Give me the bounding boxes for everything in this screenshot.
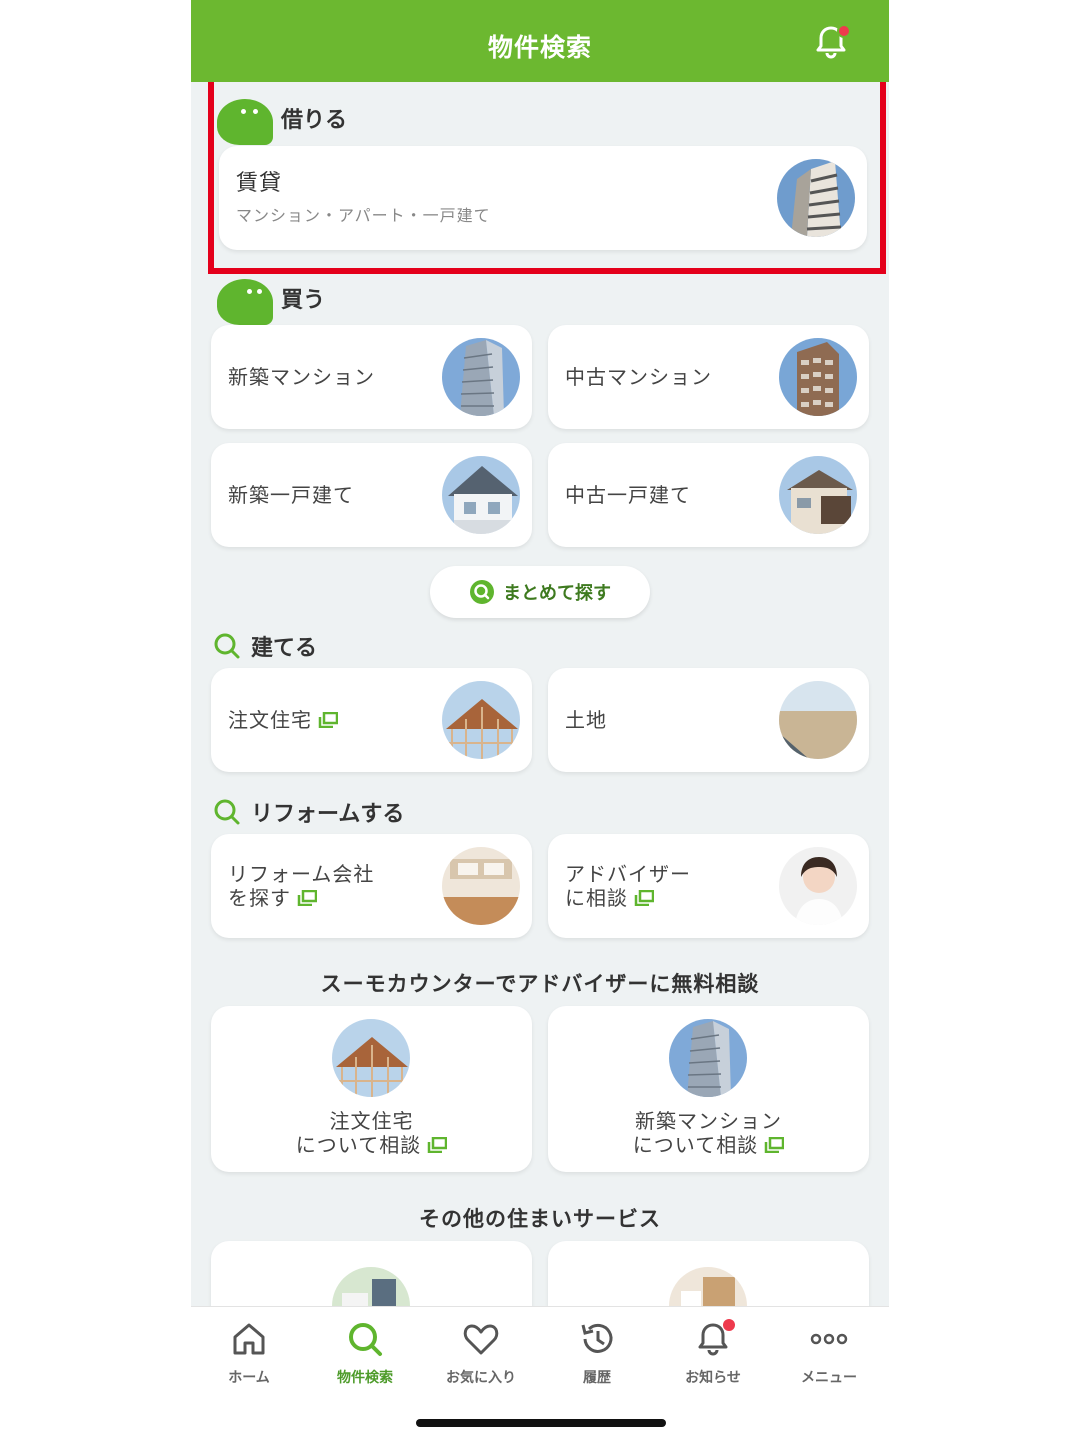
external-link-icon: [764, 1137, 785, 1153]
used-condo-thumbnail: [779, 338, 857, 416]
card-label: 中古一戸建て: [565, 483, 691, 507]
used-condo-card[interactable]: 中古マンション: [548, 325, 869, 429]
nav-label: メニュー: [801, 1370, 857, 1386]
new-condo-consult-card[interactable]: 新築マンション について相談: [548, 1006, 869, 1172]
nav-history[interactable]: 履歴: [539, 1319, 655, 1387]
new-condo-thumbnail: [442, 338, 520, 416]
card-label-line1: アドバイザー: [565, 862, 691, 886]
card-label: 中古マンション: [565, 365, 712, 389]
search-icon: [349, 1323, 382, 1356]
moving-thumbnail: [669, 1267, 747, 1306]
new-house-thumbnail: [442, 456, 520, 534]
advisor-card[interactable]: アドバイザー に相談: [548, 834, 869, 938]
apartment-thumbnail: [777, 159, 855, 237]
search-all-button[interactable]: まとめて探す: [430, 566, 650, 618]
more-dots-icon: [810, 1333, 848, 1345]
app-header: 物件検索: [191, 0, 889, 82]
section-buy-heading: 買う: [213, 278, 326, 325]
section-build-heading: 建てる: [213, 626, 317, 666]
card-label: 新築一戸建て: [228, 483, 354, 507]
card-label-line1: 新築マンション: [635, 1109, 782, 1133]
rent-card[interactable]: 賃貸 マンション・アパート・一戸建て: [219, 146, 867, 250]
history-icon: [581, 1323, 613, 1353]
external-link-icon: [634, 890, 654, 906]
nav-label: 履歴: [583, 1370, 611, 1386]
nav-label: ホーム: [228, 1370, 270, 1386]
nav-label: 物件検索: [337, 1370, 393, 1386]
new-house-card[interactable]: 新築一戸建て: [211, 443, 532, 547]
town-thumbnail: [332, 1267, 410, 1306]
notification-badge: [723, 1319, 735, 1331]
card-label: 新築マンション: [228, 365, 375, 389]
card-label: 土地: [565, 708, 607, 732]
external-link-icon: [427, 1137, 448, 1153]
card-label-line2: を探す: [228, 886, 317, 910]
card-label-line2: について相談: [211, 1133, 532, 1157]
notification-badge: [837, 24, 851, 38]
new-condo-thumbnail: [669, 1019, 747, 1097]
nav-label: お知らせ: [685, 1370, 741, 1386]
reform-company-card[interactable]: リフォーム会社 を探す: [211, 834, 532, 938]
land-thumbnail: [779, 681, 857, 759]
section-reform-heading: リフォームする: [213, 792, 404, 832]
new-condo-card[interactable]: 新築マンション: [211, 325, 532, 429]
magnifier-icon: [470, 580, 494, 604]
advisor-photo: [779, 847, 857, 925]
other-service-card[interactable]: [548, 1241, 869, 1306]
search-icon: [214, 633, 240, 659]
construction-thumbnail: [442, 681, 520, 759]
land-card[interactable]: 土地: [548, 668, 869, 772]
home-icon: [233, 1323, 265, 1355]
heart-icon: [463, 1324, 499, 1355]
counter-heading: スーモカウンターでアドバイザーに無料相談: [320, 972, 760, 996]
mascot-icon: [213, 93, 275, 145]
construction-thumbnail: [332, 1019, 410, 1097]
external-link-icon: [297, 890, 317, 906]
nav-favorites[interactable]: お気に入り: [423, 1319, 539, 1387]
page-title: 物件検索: [487, 33, 592, 62]
other-services-heading: その他の住まいサービス: [419, 1207, 661, 1231]
nav-search[interactable]: 物件検索: [307, 1319, 423, 1387]
custom-house-card[interactable]: 注文住宅: [211, 668, 532, 772]
app-screen: 物件検索 借りる 賃貸 マンション・アパート・一戸建て 買う 新築マンション 中…: [191, 0, 889, 1440]
main-content: 借りる 賃貸 マンション・アパート・一戸建て 買う 新築マンション 中古マンショ…: [191, 82, 889, 1306]
custom-house-consult-card[interactable]: 注文住宅 について相談: [211, 1006, 532, 1172]
nav-menu[interactable]: メニュー: [771, 1319, 887, 1387]
card-label-line2: に相談: [565, 886, 654, 910]
section-title: リフォームする: [251, 802, 405, 827]
search-icon: [214, 799, 240, 825]
home-indicator[interactable]: [416, 1419, 666, 1427]
card-label: 注文住宅: [228, 708, 338, 732]
rent-card-title: 賃貸: [236, 171, 283, 196]
card-label-line1: 注文住宅: [329, 1109, 414, 1133]
card-label-line1: リフォーム会社: [228, 862, 375, 886]
rent-card-subtitle: マンション・アパート・一戸建て: [236, 206, 491, 225]
used-house-card[interactable]: 中古一戸建て: [548, 443, 869, 547]
used-house-thumbnail: [779, 456, 857, 534]
nav-home[interactable]: ホーム: [191, 1319, 307, 1387]
section-title: 買う: [281, 288, 326, 313]
section-rent-heading: 借りる: [213, 98, 348, 145]
mascot-icon: [213, 273, 275, 325]
external-link-icon: [318, 712, 338, 728]
search-all-label: まとめて探す: [503, 583, 611, 604]
kitchen-thumbnail: [442, 847, 520, 925]
other-service-card[interactable]: [211, 1241, 532, 1306]
card-label-line2: について相談: [548, 1133, 869, 1157]
section-title: 建てる: [251, 636, 318, 661]
nav-label: お気に入り: [446, 1370, 516, 1386]
section-title: 借りる: [281, 108, 348, 133]
nav-notifications[interactable]: お知らせ: [655, 1319, 771, 1387]
